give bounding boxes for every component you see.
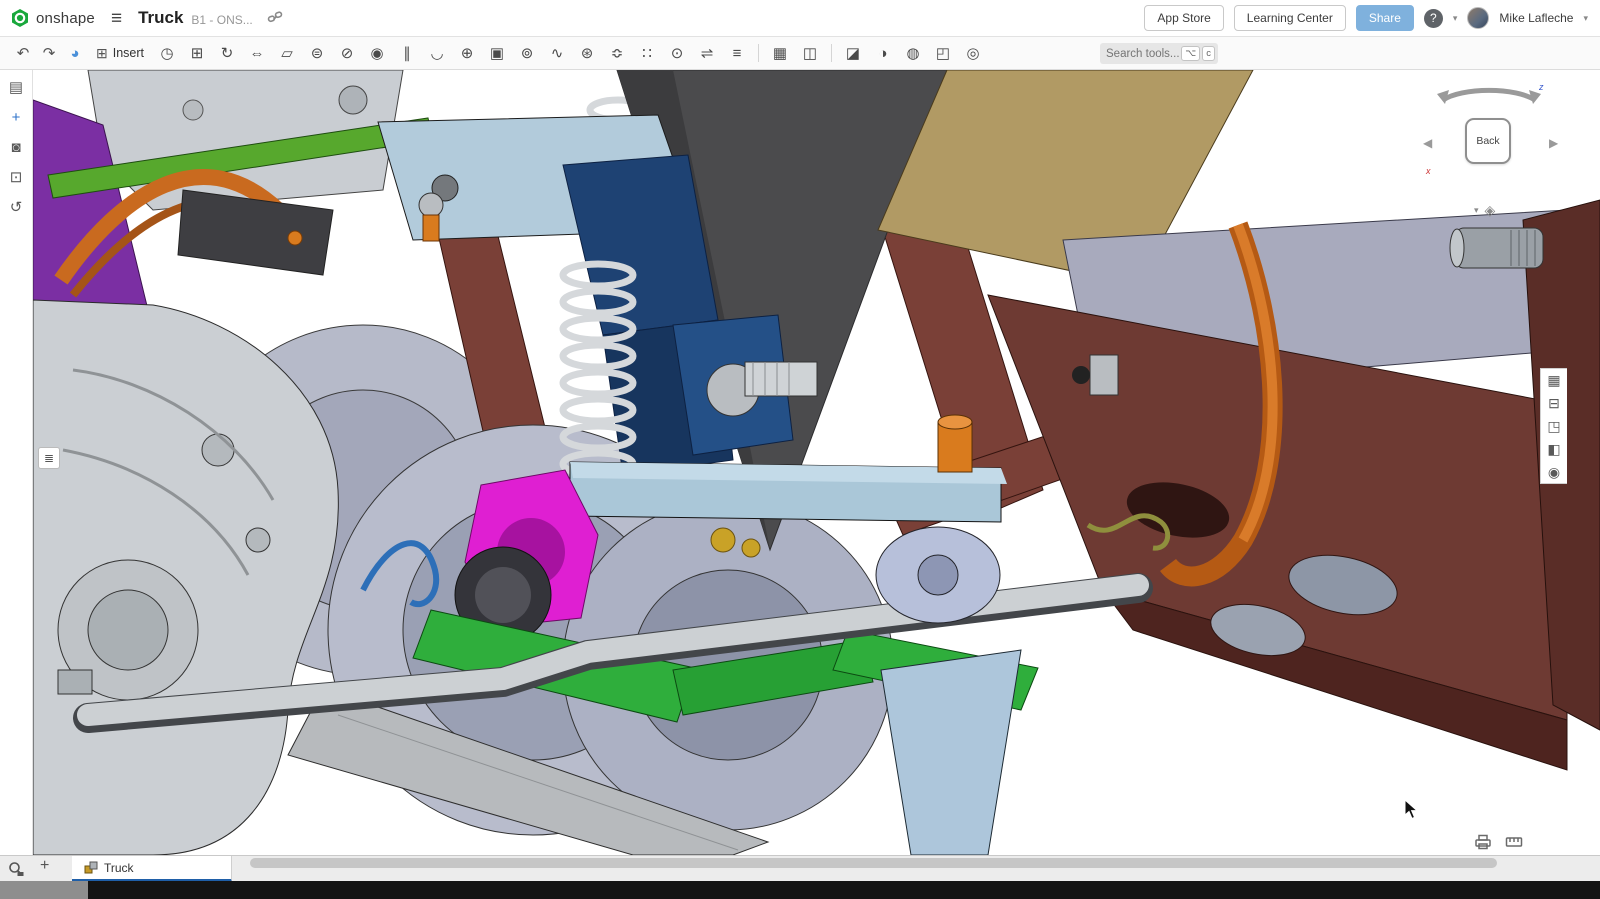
shortcut-alt-key: ⌥ (1181, 46, 1200, 61)
perspective-icon[interactable]: ◰ (928, 37, 958, 70)
app-store-button[interactable]: App Store (1144, 5, 1223, 31)
rollback-clock-icon[interactable]: ◷ (152, 37, 182, 70)
left-panel-rail: ▤ + ◙ ⊡ ↺ (0, 70, 33, 855)
help-button[interactable]: ? (1424, 9, 1443, 28)
axis-x-label: x (1426, 166, 1431, 176)
mate-connector-icon[interactable]: ⊕ (452, 37, 482, 70)
tab-label: Truck (104, 861, 134, 875)
search-tabs-icon[interactable] (8, 861, 24, 877)
linear-pattern-icon[interactable]: ∷ (632, 37, 662, 70)
selection-panel-icon[interactable]: ◉ (1548, 465, 1560, 479)
learning-center-button[interactable]: Learning Center (1234, 5, 1346, 31)
circular-pattern-icon[interactable]: ⊙ (662, 37, 692, 70)
document-title: Truck (138, 8, 183, 28)
rotate-left-icon[interactable]: ◀ (1423, 136, 1432, 150)
share-link-icon[interactable] (267, 10, 283, 29)
document-version: B1 - ONS... (191, 13, 252, 27)
rotate-right-icon[interactable]: ▶ (1549, 136, 1558, 150)
rack-pinion-relation-icon[interactable]: ≎ (602, 37, 632, 70)
insert-mate-icon[interactable]: + (12, 110, 21, 125)
fastened-mate-icon[interactable]: ⊞ (182, 37, 212, 70)
assembly-render[interactable] (33, 70, 1600, 855)
ball-mate-icon[interactable]: ◉ (362, 37, 392, 70)
toolbar-separator (831, 44, 832, 62)
mate-relation-icon[interactable]: ⊚ (512, 37, 542, 70)
search-tools: ⌥ c (1100, 43, 1218, 64)
insert-label: Insert (113, 46, 144, 60)
comments-icon[interactable]: ◙ (11, 140, 20, 155)
help-caret-icon[interactable]: ▾ (1453, 13, 1458, 24)
logo-text: onshape (36, 10, 95, 27)
user-avatar[interactable] (1467, 7, 1489, 29)
search-tools-input[interactable] (1106, 48, 1179, 60)
section-view-icon[interactable]: ◪ (838, 37, 868, 70)
cylindrical-mate-icon[interactable]: ⊜ (302, 37, 332, 70)
gear-relation-icon[interactable]: ⊛ (572, 37, 602, 70)
versions-history-icon[interactable]: ↺ (10, 200, 23, 215)
document-outline-icon[interactable]: ▤ (9, 80, 23, 95)
named-views-panel-icon[interactable]: ◳ (1547, 419, 1560, 433)
tab-scrollbar-thumb[interactable] (250, 858, 1497, 868)
isometric-view-icon[interactable]: ◈ (1485, 202, 1496, 219)
pin-slot-mate-icon[interactable]: ⊘ (332, 37, 362, 70)
add-tab-button[interactable]: + (40, 857, 49, 875)
replicate-icon[interactable]: ≡ (722, 37, 752, 70)
undo-icon[interactable]: ↶ (10, 44, 36, 62)
user-name: Mike Lafleche (1499, 11, 1573, 25)
axis-z-label: z (1539, 82, 1544, 92)
toolbar-icons: ◷⊞↻⇔▱⊜⊘◉∥◡⊕▣⊚∿⊛≎∷⊙⇌≡ ▦◫ ◪◑◍◰◎ (152, 37, 988, 70)
footer-left-segment (0, 881, 88, 899)
slider-mate-icon[interactable]: ⇔ (242, 37, 272, 70)
printer-icon[interactable] (1474, 834, 1492, 850)
toolbar-separator (758, 44, 759, 62)
bom-panel-icon[interactable]: ▦ (1547, 373, 1560, 387)
group-icon[interactable]: ▣ (482, 37, 512, 70)
onshape-logo-icon (10, 8, 30, 28)
shortcut-c-key: c (1202, 46, 1215, 61)
tab-truck[interactable]: Truck (72, 856, 232, 882)
user-menu-caret-icon[interactable]: ▾ (1583, 13, 1588, 24)
onshape-logo[interactable]: onshape (10, 8, 95, 28)
parts-panel-icon[interactable]: ⊟ (1548, 396, 1560, 410)
footer-strip (0, 881, 1600, 899)
insert-icon: ⊞ (96, 45, 108, 62)
assembly-toolbar: ↶ ↷ ◕ ⊞ Insert ◷⊞↻⇔▱⊜⊘◉∥◡⊕▣⊚∿⊛≎∷⊙⇌≡▦◫◪◑◍… (0, 37, 1600, 70)
measure-icon[interactable] (1505, 834, 1523, 850)
insert-button[interactable]: ⊞ Insert (96, 45, 144, 62)
display-states-icon[interactable]: ◍ (898, 37, 928, 70)
document-menu-icon[interactable]: ≡ (111, 9, 122, 28)
revolute-mate-icon[interactable]: ↻ (212, 37, 242, 70)
visibility-icon[interactable]: ◎ (958, 37, 988, 70)
planar-mate-icon[interactable]: ▱ (272, 37, 302, 70)
mirror-icon[interactable]: ⇌ (692, 37, 722, 70)
bom-icon[interactable]: ▦ (765, 37, 795, 70)
appearance-icon[interactable]: ◑ (868, 37, 898, 70)
share-button[interactable]: Share (1356, 5, 1414, 31)
screw-relation-icon[interactable]: ∿ (542, 37, 572, 70)
top-bar: onshape ≡ Truck B1 - ONS... App Store Le… (0, 0, 1600, 37)
configuration-panel-icon[interactable]: ◧ (1547, 442, 1560, 456)
named-views-icon[interactable]: ◫ (795, 37, 825, 70)
view-menu-caret-icon[interactable]: ▾ (1474, 205, 1479, 216)
edit-in-context-icon[interactable]: ◕ (62, 45, 88, 62)
parallel-mate-icon[interactable]: ∥ (392, 37, 422, 70)
assembly-tab-icon (84, 861, 98, 875)
linked-documents-icon[interactable]: ⊡ (10, 170, 23, 185)
right-panel-rail: ▦ ⊟ ◳ ◧ ◉ (1540, 368, 1567, 484)
view-rotate-arc[interactable] (1429, 76, 1549, 106)
model-viewport[interactable]: ◀ ▶ Back x z ▾ ◈ ≣ ▦ ⊟ ◳ ◧ ◉ (33, 70, 1600, 855)
tab-bar: + Truck (0, 855, 1600, 881)
view-cube[interactable]: Back (1465, 118, 1511, 164)
redo-icon[interactable]: ↷ (36, 44, 62, 62)
feature-tree-toggle[interactable]: ≣ (38, 447, 60, 469)
tangent-mate-icon[interactable]: ◡ (422, 37, 452, 70)
